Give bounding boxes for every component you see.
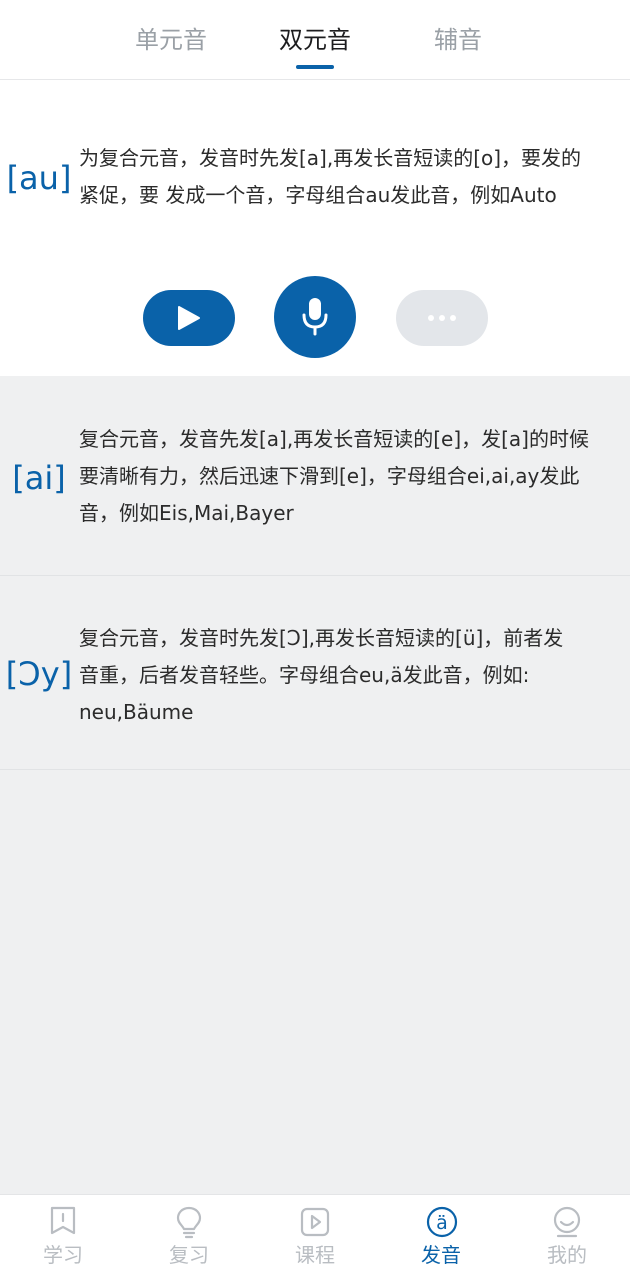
tab-monophthongs[interactable]: 单元音: [111, 20, 231, 60]
more-dots-icon: [396, 290, 488, 346]
nav-item-profile[interactable]: 我的: [504, 1195, 630, 1280]
phoneme-symbol: [au]: [6, 159, 72, 197]
phoneme-description: 复合元音，发音时先发[Ɔ],再发长音短读的[ü]，前者发 音重，后者发音轻些。字…: [79, 620, 563, 731]
tab-consonants[interactable]: 辅音: [398, 20, 518, 60]
play-button[interactable]: [143, 290, 235, 346]
description-line: neu,Bäume: [79, 700, 194, 724]
play-icon: [178, 306, 200, 330]
phoneme-symbol: [ai]: [12, 459, 66, 497]
lightbulb-icon: [176, 1206, 202, 1239]
description-line: 紧促，要 发成一个音，字母组合au发此音，例如Auto: [79, 183, 557, 207]
nav-label: 发音: [421, 1243, 461, 1267]
screen: 单元音 双元音 辅音 [au] 为复合元音，发音时先发[a],再发长音短读的[o…: [0, 0, 630, 1280]
nav-label: 复习: [169, 1243, 209, 1267]
nav-item-courses[interactable]: 课程: [252, 1195, 378, 1280]
phoneme-symbol: [Ɔy]: [5, 655, 73, 693]
bookmark-icon: [50, 1206, 76, 1235]
nav-item-review[interactable]: 复习: [126, 1195, 252, 1280]
tab-diphthongs[interactable]: 双元音: [255, 20, 375, 60]
active-tab-indicator: [296, 65, 334, 69]
microphone-icon: [302, 298, 328, 336]
record-button[interactable]: [274, 276, 356, 358]
nav-item-pronunciation[interactable]: ä 发音: [378, 1195, 504, 1280]
umlaut-a-icon: ä: [426, 1206, 458, 1238]
video-play-icon: [300, 1207, 330, 1237]
description-line: 音重，后者发音轻些。字母组合eu,ä发此音，例如:: [79, 663, 530, 687]
description-line: 复合元音，发音先发[a],再发长音短读的[e]，发[a]的时候: [79, 427, 589, 451]
nav-label: 我的: [547, 1243, 587, 1267]
more-options-button[interactable]: [396, 290, 488, 346]
description-line: 为复合元音，发音时先发[a],再发长音短读的[o]，要发的: [79, 146, 582, 170]
smiley-icon: [553, 1206, 581, 1238]
svg-text:ä: ä: [436, 1212, 448, 1234]
list-item-oy[interactable]: [Ɔy] 复合元音，发音时先发[Ɔ],再发长音短读的[ü]，前者发 音重，后者发…: [0, 576, 630, 770]
description-line: 音，例如Eis,Mai,Bayer: [79, 501, 294, 525]
phoneme-description: 为复合元音，发音时先发[a],再发长音短读的[o]，要发的 紧促，要 发成一个音…: [79, 140, 581, 214]
selected-phoneme-card: [au] 为复合元音，发音时先发[a],再发长音短读的[o]，要发的 紧促，要 …: [0, 80, 630, 376]
phoneme-description: 复合元音，发音先发[a],再发长音短读的[e]，发[a]的时候 要清晰有力，然后…: [79, 421, 589, 532]
nav-label: 课程: [295, 1243, 335, 1267]
bottom-navigation: 学习 复习 课程 ä 发音 我的: [0, 1194, 630, 1280]
description-line: 要清晰有力，然后迅速下滑到[e]，字母组合ei,ai,ay发此: [79, 464, 580, 488]
nav-label: 学习: [43, 1243, 83, 1267]
top-tab-bar: 单元音 双元音 辅音: [0, 0, 630, 80]
nav-item-study[interactable]: 学习: [0, 1195, 126, 1280]
description-line: 复合元音，发音时先发[Ɔ],再发长音短读的[ü]，前者发: [79, 626, 564, 650]
list-item-ai[interactable]: [ai] 复合元音，发音先发[a],再发长音短读的[e]，发[a]的时候 要清晰…: [0, 376, 630, 576]
phoneme-list: [ai] 复合元音，发音先发[a],再发长音短读的[e]，发[a]的时候 要清晰…: [0, 376, 630, 1194]
audio-controls: [0, 276, 630, 360]
